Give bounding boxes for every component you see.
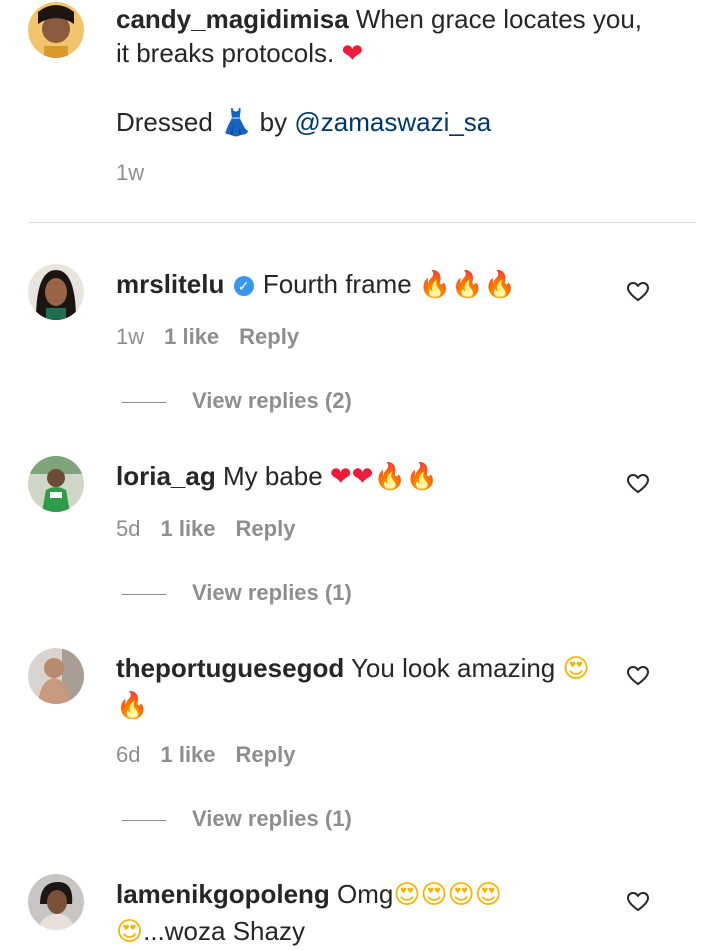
avatar[interactable]	[28, 456, 84, 512]
heart-emoji: ❤	[341, 39, 364, 69]
comment-meta: 1w 1 like Reply	[116, 324, 299, 350]
caption-line2: it breaks protocols.	[116, 38, 342, 68]
comment-meta: 6d 1 like Reply	[116, 742, 295, 768]
verified-badge-icon: ✓	[233, 276, 254, 296]
comment-meta: 5d 1 like Reply	[116, 516, 295, 542]
avatar[interactable]	[28, 874, 84, 930]
view-replies-button[interactable]: View replies (1)	[122, 580, 352, 606]
view-replies-button[interactable]: View replies (1)	[122, 806, 352, 832]
caption-dressed: Dressed	[116, 107, 213, 137]
comment-username[interactable]: mrslitelu	[116, 269, 224, 299]
fire-emoji: 🔥🔥	[373, 462, 439, 492]
replies-line	[122, 401, 166, 403]
divider	[28, 222, 696, 223]
heart-emoji: ❤❤	[329, 462, 374, 492]
comment-username[interactable]: theportuguesegod	[116, 653, 344, 683]
comment-body-2: ...woza Shazy	[143, 916, 305, 946]
comment-text: loria_ag My babe ❤❤🔥🔥	[116, 458, 606, 495]
avatar[interactable]	[28, 2, 84, 58]
fire-emoji: 🔥	[116, 691, 149, 721]
caption-timestamp: 1w	[116, 160, 145, 185]
likes-count[interactable]: 1 like	[160, 742, 215, 767]
comment-username[interactable]: loria_ag	[116, 461, 216, 491]
avatar[interactable]	[28, 264, 84, 320]
fire-emoji: 🔥🔥🔥	[418, 270, 517, 300]
avatar[interactable]	[28, 648, 84, 704]
heart-outline-icon[interactable]	[626, 890, 650, 914]
post-caption: candy_magidimisa When grace locates you,…	[0, 0, 720, 222]
comment-username[interactable]: lamenikgopoleng	[116, 879, 330, 909]
comment-body: You look amazing	[344, 653, 563, 683]
comment-timestamp: 5d	[116, 516, 141, 541]
reply-button[interactable]: Reply	[236, 516, 296, 541]
heart-outline-icon[interactable]	[626, 280, 650, 304]
caption-text: candy_magidimisa When grace locates you,…	[116, 2, 676, 140]
replies-line	[122, 819, 166, 821]
comment-body: Omg	[329, 879, 394, 909]
caption-by: by	[252, 107, 295, 137]
mention-link[interactable]: @zamaswazi_sa	[294, 107, 491, 137]
dress-emoji: 👗	[220, 108, 253, 138]
comment-timestamp: 1w	[116, 324, 145, 349]
view-replies-label: View replies (1)	[192, 580, 352, 605]
comment-timestamp: 6d	[116, 742, 141, 767]
likes-count[interactable]: 1 like	[160, 516, 215, 541]
comment-text: theportuguesegod You look amazing 😍 🔥	[116, 650, 606, 724]
heart-outline-icon[interactable]	[626, 664, 650, 688]
comment-body: Fourth frame	[255, 269, 419, 299]
reply-button[interactable]: Reply	[239, 324, 299, 349]
likes-count[interactable]: 1 like	[164, 324, 219, 349]
heart-eyes-emoji: 😍😍😍😍	[393, 880, 502, 910]
caption-username[interactable]: candy_magidimisa	[116, 4, 349, 34]
heart-outline-icon[interactable]	[626, 472, 650, 496]
view-replies-label: View replies (2)	[192, 388, 352, 413]
view-replies-button[interactable]: View replies (2)	[122, 388, 352, 414]
replies-line	[122, 593, 166, 595]
view-replies-label: View replies (1)	[192, 806, 352, 831]
comment-text: mrslitelu ✓ Fourth frame 🔥🔥🔥	[116, 266, 606, 303]
comment-text: lamenikgopoleng Omg😍😍😍😍 😍...woza Shazy	[116, 876, 606, 950]
heart-eyes-emoji: 😍	[562, 654, 590, 684]
caption-line1: When grace locates you,	[348, 4, 643, 34]
reply-button[interactable]: Reply	[236, 742, 296, 767]
comment-body: My babe	[215, 461, 330, 491]
